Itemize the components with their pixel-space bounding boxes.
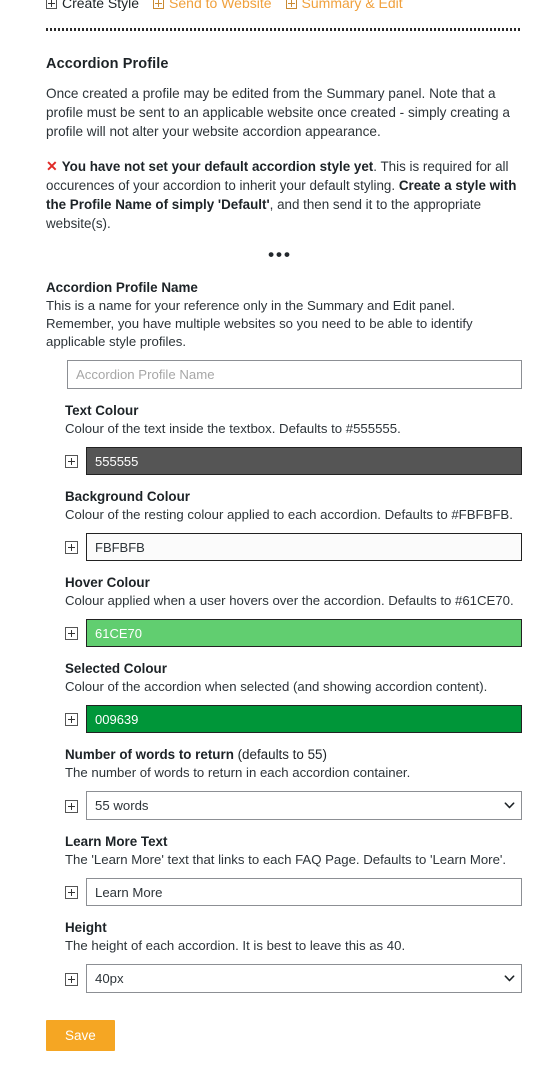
field-learn-more-text-label: Learn More Text	[65, 834, 168, 849]
page-title: Accordion Profile	[46, 56, 169, 72]
tab-create-style-label: Create Style	[62, 0, 140, 11]
plus-box-icon[interactable]	[65, 886, 78, 899]
field-learn-more-text-help: The 'Learn More' text that links to each…	[65, 852, 507, 867]
tab-send-to-website[interactable]: Send to Website	[153, 0, 272, 12]
height-select[interactable]	[86, 964, 522, 993]
hover-colour-input[interactable]	[86, 619, 522, 647]
default-style-warning: ✕ You have not set your default accordion…	[46, 157, 524, 233]
field-number-of-words-label: Number of words to return (defaults to 5…	[65, 746, 522, 764]
field-profile-name: Accordion Profile Name This is a name fo…	[46, 279, 532, 389]
form-actions: Save	[46, 1020, 532, 1051]
ellipsis-divider: •••	[268, 245, 292, 264]
tab-summary-and-edit[interactable]: Summary & Edit	[285, 0, 403, 12]
tab-send-to-website-label: Send to Website	[169, 0, 272, 11]
plus-box-icon	[153, 0, 165, 9]
plus-box-icon[interactable]	[65, 972, 78, 986]
number-of-words-select[interactable]	[86, 791, 522, 820]
plus-box-icon	[46, 0, 57, 9]
field-selected-colour-label: Selected Colour	[65, 661, 167, 676]
tab-bar: Create Style Send to Website Summary & E…	[46, 0, 540, 14]
field-height-label: Height	[65, 920, 107, 935]
field-hover-colour-help: Colour applied when a user hovers over t…	[65, 593, 514, 608]
field-hover-colour: Hover Colour Colour applied when a user …	[65, 574, 522, 647]
learn-more-text-input[interactable]	[86, 878, 522, 906]
text-colour-input[interactable]	[86, 447, 522, 475]
field-number-of-words-label-note: (defaults to 55)	[233, 747, 327, 762]
field-learn-more-text: Learn More Text The 'Learn More' text th…	[65, 833, 522, 906]
selected-colour-input[interactable]	[86, 705, 522, 733]
field-hover-colour-label: Hover Colour	[65, 575, 150, 590]
field-profile-name-help: This is a name for your reference only i…	[46, 298, 473, 349]
tab-create-style[interactable]: Create Style	[46, 0, 139, 12]
save-button[interactable]: Save	[46, 1020, 115, 1051]
plus-box-icon[interactable]	[65, 455, 78, 468]
field-profile-name-label: Accordion Profile Name	[46, 280, 198, 295]
intro-text: Once created a profile may be edited fro…	[46, 86, 510, 139]
plus-box-icon[interactable]	[65, 713, 78, 726]
plus-box-icon[interactable]	[65, 627, 78, 640]
field-selected-colour: Selected Colour Colour of the accordion …	[65, 660, 522, 733]
plus-box-icon	[285, 0, 297, 9]
field-number-of-words-help: The number of words to return in each ac…	[65, 765, 411, 780]
field-selected-colour-help: Colour of the accordion when selected (a…	[65, 679, 488, 694]
field-height: Height The height of each accordion. It …	[65, 919, 522, 993]
error-x-icon: ✕	[46, 158, 58, 174]
profile-name-input[interactable]	[67, 360, 522, 389]
field-background-colour: Background Colour Colour of the resting …	[65, 488, 522, 561]
plus-box-icon[interactable]	[65, 541, 78, 554]
warning-bold-1: You have not set your default accordion …	[61, 159, 374, 174]
field-background-colour-label: Background Colour	[65, 489, 190, 504]
dotted-divider	[46, 28, 522, 31]
field-text-colour: Text Colour Colour of the text inside th…	[65, 402, 522, 475]
plus-box-icon[interactable]	[65, 799, 78, 813]
field-number-of-words-label-bold: Number of words to return	[65, 747, 234, 762]
field-height-help: The height of each accordion. It is best…	[65, 938, 406, 953]
field-text-colour-help: Colour of the text inside the textbox. D…	[65, 421, 401, 436]
tab-summary-and-edit-label: Summary & Edit	[301, 0, 403, 11]
background-colour-input[interactable]	[86, 533, 522, 561]
accordion-profile-panel: Accordion Profile Once created a profile…	[0, 56, 560, 1051]
field-background-colour-help: Colour of the resting colour applied to …	[65, 507, 513, 522]
field-number-of-words: Number of words to return (defaults to 5…	[65, 746, 522, 820]
field-text-colour-label: Text Colour	[65, 403, 139, 418]
